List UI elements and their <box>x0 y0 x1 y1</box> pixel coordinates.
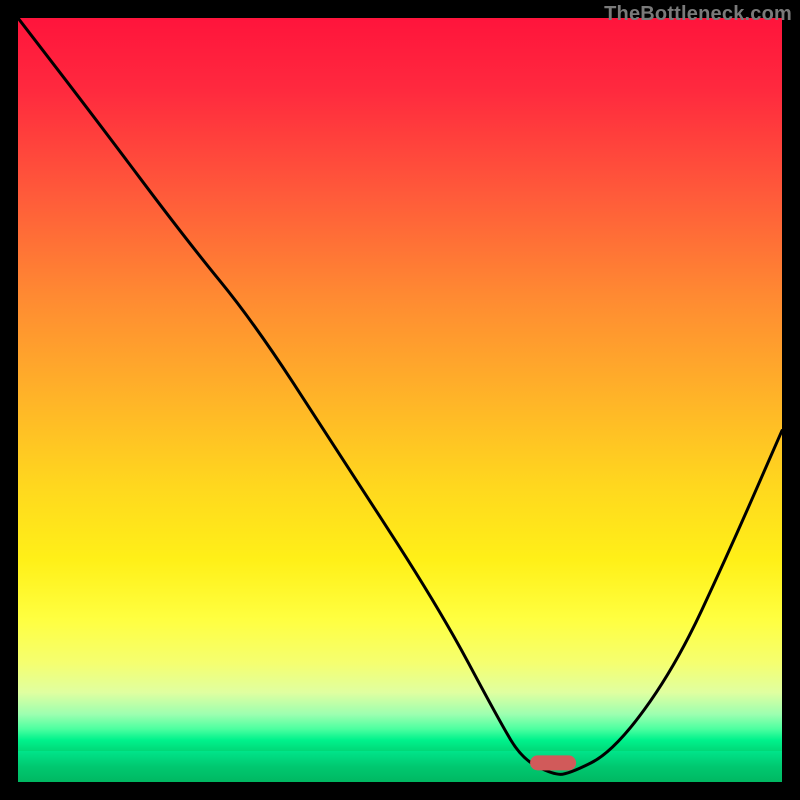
plot-area <box>18 18 782 782</box>
chart-root: TheBottleneck.com <box>0 0 800 800</box>
bottleneck-curve <box>18 18 782 782</box>
optimum-marker <box>530 755 576 770</box>
